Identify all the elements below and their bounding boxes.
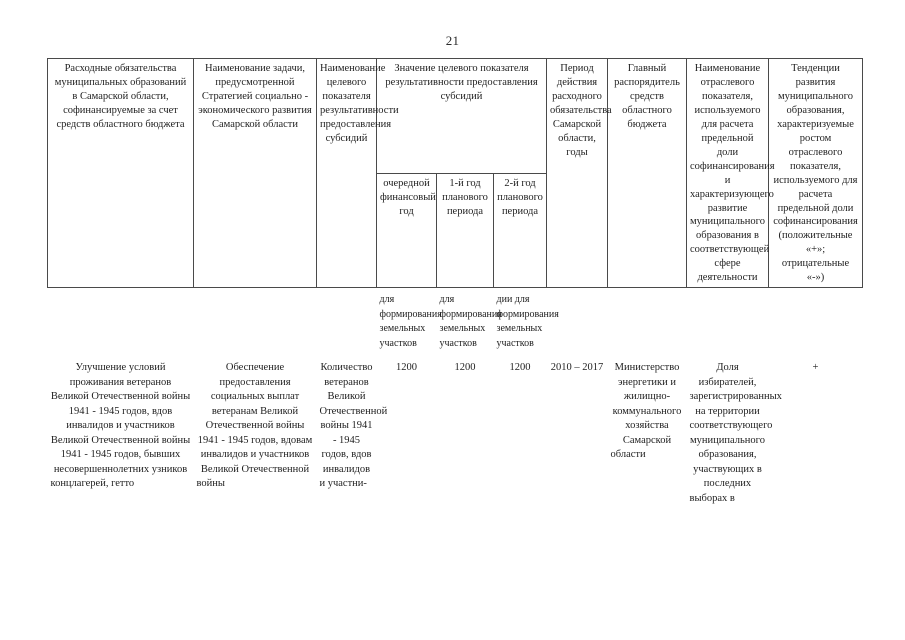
column-header-chief-administrator: Главный распорядитель средств областного… xyxy=(607,57,687,289)
column-header-first-planning-year: 1-й год планового периода xyxy=(436,172,494,289)
cell-sector-indicator-name: Доля избирателей, зарегистрированных на … xyxy=(689,362,782,504)
table-header-row: Расходные обязательства муниципальных об… xyxy=(47,57,863,289)
column-header-current-fiscal-year: очередной финансовый год xyxy=(376,172,437,289)
subsidy-obligations-table: Расходные обязательства муниципальных об… xyxy=(47,57,863,508)
cell-first-planning-year-value: 1200 xyxy=(454,362,476,374)
note-cell-empty-4 xyxy=(547,288,608,354)
cell-second-planning-year-value: 1200 xyxy=(509,362,531,374)
column-header-expenditure-obligations: Расходные обязательства муниципальных об… xyxy=(47,57,194,289)
note-cell-empty-2 xyxy=(194,288,317,354)
note-cell-empty-3 xyxy=(317,288,377,354)
cell-expenditure-obligations: Улучшение условий проживания ветеранов В… xyxy=(50,362,191,490)
note-cell-empty-1 xyxy=(48,288,194,354)
column-header-development-trends: Тенденции развития муниципального образо… xyxy=(768,57,863,289)
note-cell-empty-6 xyxy=(687,288,769,354)
cell-indicator-name: Количество ветеранов Великой Отечественн… xyxy=(319,362,388,490)
column-header-second-planning-year: 2-й год планового периода xyxy=(493,172,547,289)
note-first-planning-year: для формирования земельных участков xyxy=(439,294,502,349)
table-note-row: для формирования земельных участков для … xyxy=(48,288,863,354)
note-current-fiscal-year: для формирования земельных участков xyxy=(379,294,442,349)
cell-strategy-task: Обеспечение предоставления социальных вы… xyxy=(196,362,313,490)
column-header-sector-indicator-name: Наименование отраслевого показателя, исп… xyxy=(686,57,775,289)
column-header-indicator-name: Наименование целевого показателя результ… xyxy=(316,57,399,289)
column-header-indicator-value-group: Значение целевого показателя результатив… xyxy=(376,58,547,174)
note-cell-empty-5 xyxy=(608,288,687,354)
cell-chief-administrator: Министерство энергетики и жилищно-коммун… xyxy=(610,362,682,461)
cell-obligation-period: 2010 – 2017 xyxy=(550,362,604,374)
column-header-strategy-task: Наименование задачи, предусмотренной Стр… xyxy=(193,57,317,289)
note-second-planning-year: дии для формирования земельных участков xyxy=(496,294,559,349)
column-header-obligation-period: Период действия расходного обязательства… xyxy=(546,57,612,289)
note-cell-empty-7 xyxy=(769,288,863,354)
cell-development-trend: + xyxy=(812,362,819,374)
table-row: Улучшение условий проживания ветеранов В… xyxy=(48,353,863,508)
document-page: 21 Расходные обязательства муниципальных… xyxy=(0,0,905,640)
cell-current-fiscal-year-value: 1200 xyxy=(396,362,417,374)
page-number: 21 xyxy=(445,33,460,48)
